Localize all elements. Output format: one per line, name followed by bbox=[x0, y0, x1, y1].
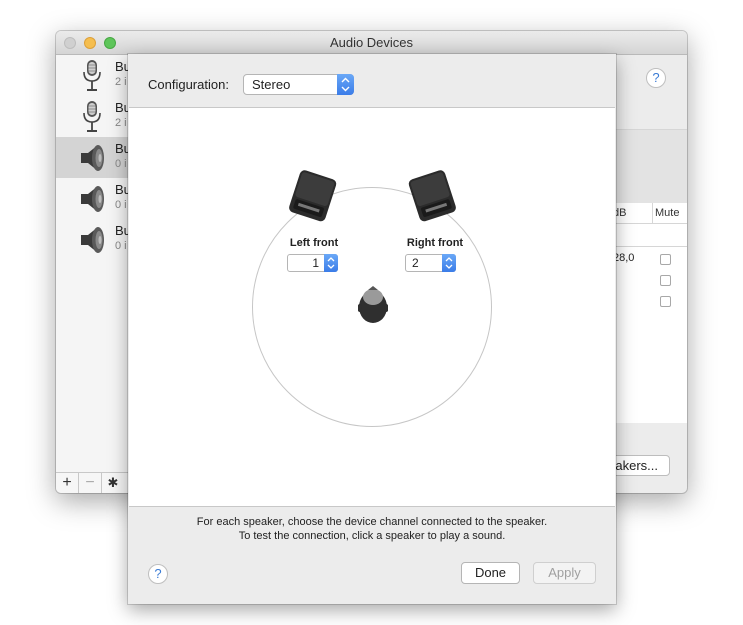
device-io-count: 0 i bbox=[115, 199, 127, 211]
left-front-channel-select[interactable]: 1 bbox=[287, 254, 338, 272]
configuration-value: Stereo bbox=[252, 77, 291, 92]
speaker-icon bbox=[81, 145, 104, 171]
device-io-count: 0 i bbox=[115, 240, 127, 252]
speaker-icon bbox=[81, 227, 104, 253]
instruction-text-line1: For each speaker, choose the device chan… bbox=[196, 516, 548, 528]
apply-button[interactable]: Apply bbox=[533, 562, 596, 584]
done-button[interactable]: Done bbox=[461, 562, 520, 584]
left-front-label: Left front bbox=[289, 237, 339, 249]
remove-device-button[interactable]: − bbox=[79, 473, 102, 493]
right-front-speaker-icon[interactable] bbox=[404, 168, 460, 228]
speaker-layout-panel: Left front Right front 1 2 bbox=[129, 107, 615, 507]
right-front-channel-value: 2 bbox=[412, 256, 419, 270]
table-header-divider bbox=[613, 223, 687, 224]
gear-icon[interactable]: ✱ bbox=[102, 473, 124, 493]
mute-column-header: Mute bbox=[652, 203, 679, 223]
microphone-icon bbox=[83, 60, 101, 91]
table-row-divider bbox=[613, 246, 687, 247]
help-button[interactable]: ? bbox=[148, 564, 168, 584]
device-io-count: 0 i bbox=[115, 158, 127, 170]
mute-checkbox[interactable] bbox=[660, 275, 671, 286]
db-value: 28,0 bbox=[613, 252, 635, 264]
add-device-button[interactable]: + bbox=[56, 473, 79, 493]
instruction-text-line2: To test the connection, click a speaker … bbox=[238, 530, 506, 542]
right-front-channel-select[interactable]: 2 bbox=[405, 254, 456, 272]
speaker-icon bbox=[81, 186, 104, 212]
window-title: Audio Devices bbox=[329, 35, 414, 50]
help-button[interactable]: ? bbox=[646, 68, 666, 88]
configuration-select[interactable]: Stereo bbox=[243, 74, 354, 95]
stepper-arrows-icon bbox=[324, 254, 338, 272]
configuration-label: Configuration: bbox=[148, 77, 229, 92]
device-io-count: 2 i bbox=[115, 117, 127, 129]
stepper-arrows-icon bbox=[442, 254, 456, 272]
select-arrows-icon bbox=[337, 74, 354, 95]
device-io-count: 2 i bbox=[115, 76, 127, 88]
left-front-channel-value: 1 bbox=[312, 256, 319, 270]
configure-speakers-sheet: Configuration: Stereo Left front Right f… bbox=[128, 54, 616, 604]
listener-head-icon bbox=[358, 286, 388, 323]
mute-checkbox[interactable] bbox=[660, 254, 671, 265]
left-front-speaker-icon[interactable] bbox=[285, 168, 341, 228]
right-front-label: Right front bbox=[406, 237, 464, 249]
channel-volume-table: dB Mute 28,0 bbox=[613, 203, 687, 423]
microphone-icon bbox=[83, 101, 101, 132]
title-bar: Audio Devices bbox=[56, 31, 687, 55]
mute-checkbox[interactable] bbox=[660, 296, 671, 307]
